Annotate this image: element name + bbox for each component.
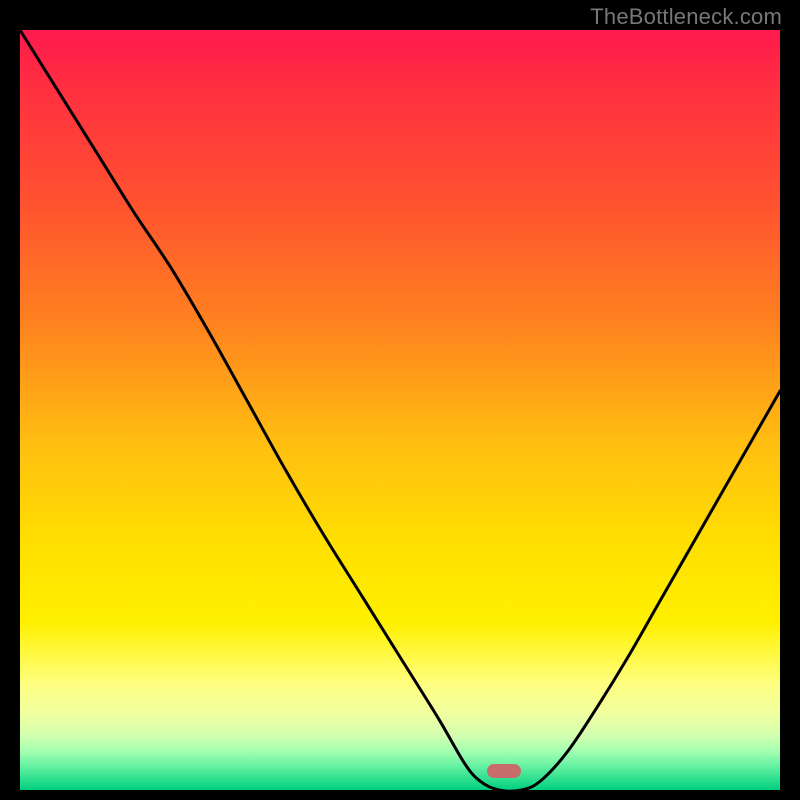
- chart-frame: TheBottleneck.com: [0, 0, 800, 800]
- plot-area: [20, 30, 780, 790]
- bottleneck-curve: [20, 30, 780, 790]
- optimum-marker: [487, 764, 521, 778]
- watermark-text: TheBottleneck.com: [590, 4, 782, 30]
